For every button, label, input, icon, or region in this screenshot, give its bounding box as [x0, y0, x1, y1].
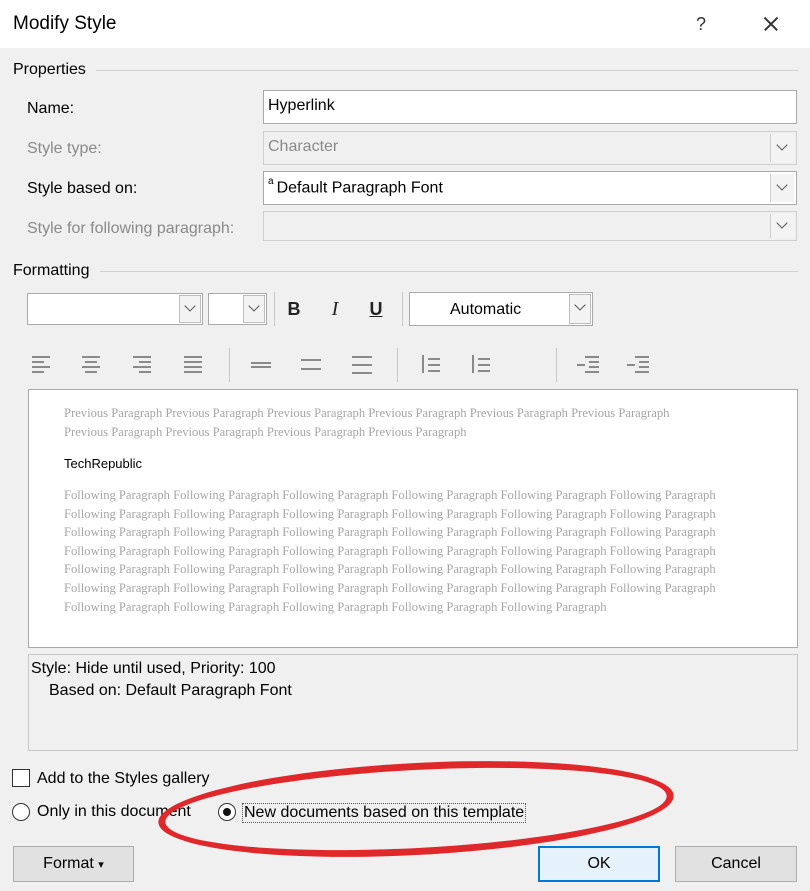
- style-type-select[interactable]: Character: [263, 131, 797, 165]
- preview-previous-paragraph: Previous Paragraph Previous Paragraph Pr…: [64, 406, 670, 439]
- ok-button-label: OK: [587, 855, 611, 872]
- style-description-line: Style: Hide until used, Priority: 100: [31, 660, 276, 677]
- font-name-dropdown-button[interactable]: [179, 295, 201, 323]
- align-left-icon[interactable]: [32, 354, 54, 374]
- style-description: Style: Hide until used, Priority: 100 Ba…: [28, 654, 798, 751]
- chevron-down-icon: [184, 300, 196, 312]
- font-name-select[interactable]: [27, 293, 203, 325]
- underline-button[interactable]: U: [363, 296, 389, 322]
- formatting-section-label: Formatting: [13, 262, 90, 279]
- dialog-title: Modify Style: [13, 13, 117, 34]
- increase-paragraph-spacing-icon[interactable]: [418, 354, 440, 374]
- toolbar-separator: [402, 292, 403, 326]
- font-size-select[interactable]: [208, 293, 267, 325]
- cancel-button-label: Cancel: [711, 855, 761, 872]
- toolbar-separator: [397, 348, 398, 382]
- ok-button[interactable]: OK: [538, 846, 660, 882]
- style-type-value: Character: [268, 138, 339, 155]
- name-label: Name:: [27, 100, 75, 117]
- single-spacing-icon[interactable]: [251, 354, 273, 374]
- align-right-icon[interactable]: [133, 354, 155, 374]
- style-following-select[interactable]: [263, 211, 797, 241]
- style-based-on-dropdown-button[interactable]: [770, 174, 794, 202]
- double-spacing-icon[interactable]: [352, 354, 374, 374]
- one-half-spacing-icon[interactable]: [301, 354, 323, 374]
- help-button[interactable]: ?: [686, 10, 716, 38]
- style-type-dropdown-button[interactable]: [770, 134, 794, 162]
- toolbar-separator: [274, 292, 275, 326]
- character-style-marker: a: [268, 176, 274, 187]
- font-color-value: Automatic: [450, 301, 522, 318]
- only-in-this-document-radio[interactable]: [12, 803, 30, 821]
- decrease-indent-icon[interactable]: [577, 354, 599, 374]
- font-color-select[interactable]: Automatic: [409, 292, 593, 326]
- chevron-down-icon: [574, 299, 586, 311]
- cancel-button[interactable]: Cancel: [675, 846, 797, 882]
- style-preview-pane: Previous Paragraph Previous Paragraph Pr…: [28, 389, 798, 648]
- style-based-on-label: Style based on:: [27, 180, 138, 197]
- toolbar-separator: [556, 348, 557, 382]
- style-following-dropdown-button[interactable]: [770, 214, 794, 238]
- format-button-label: Format: [43, 855, 94, 872]
- align-center-icon[interactable]: [82, 354, 104, 374]
- chevron-down-icon: [776, 139, 788, 151]
- format-button[interactable]: Format ▾: [13, 846, 134, 882]
- decrease-paragraph-spacing-icon[interactable]: [468, 354, 490, 374]
- font-size-dropdown-button[interactable]: [243, 295, 265, 323]
- format-dropdown-arrow-icon: ▾: [98, 859, 104, 871]
- name-input-value: Hyperlink: [268, 97, 335, 114]
- preview-following-paragraph: Following Paragraph Following Paragraph …: [64, 488, 716, 614]
- add-to-styles-gallery-checkbox[interactable]: [12, 769, 30, 787]
- title-bar: Modify Style ?: [0, 0, 810, 48]
- toolbar-separator: [229, 348, 230, 382]
- align-justify-icon[interactable]: [184, 354, 206, 374]
- add-to-styles-gallery-label: Add to the Styles gallery: [37, 770, 210, 787]
- properties-section-label: Properties: [13, 61, 86, 78]
- style-based-on-value: Default Paragraph Font: [276, 179, 443, 197]
- close-icon[interactable]: [755, 10, 785, 38]
- name-input[interactable]: Hyperlink: [263, 90, 797, 124]
- style-following-label: Style for following paragraph:: [27, 220, 235, 237]
- chevron-down-icon: [776, 179, 788, 191]
- preview-sample-text: TechRepublic: [64, 456, 143, 471]
- chevron-down-icon: [248, 300, 260, 312]
- style-type-label: Style type:: [27, 140, 102, 157]
- font-color-dropdown-button[interactable]: [569, 294, 591, 324]
- formatting-divider: [100, 271, 798, 272]
- bold-button[interactable]: B: [281, 296, 307, 322]
- increase-indent-icon[interactable]: [627, 354, 649, 374]
- italic-button[interactable]: I: [322, 296, 348, 322]
- style-based-on-select[interactable]: a Default Paragraph Font: [263, 171, 797, 205]
- properties-divider: [96, 70, 798, 71]
- style-description-based-on: Based on: Default Paragraph Font: [49, 682, 292, 699]
- chevron-down-icon: [776, 217, 788, 229]
